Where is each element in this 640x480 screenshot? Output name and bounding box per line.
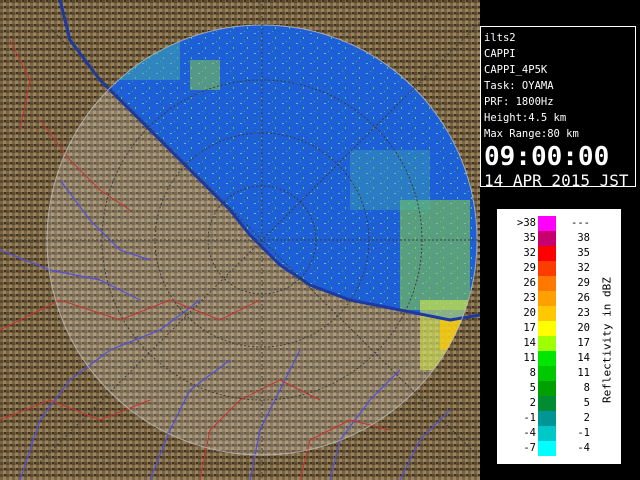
legend-color-swatch bbox=[538, 441, 556, 456]
legend-low-value: 5 bbox=[529, 382, 536, 394]
legend-row: >38 --- bbox=[498, 216, 620, 231]
legend-high-value: 23 bbox=[577, 307, 590, 319]
observation-date: 14 APR 2015 JST bbox=[484, 171, 629, 190]
legend-low-value: 2 bbox=[529, 397, 536, 409]
legend-low-value: 26 bbox=[523, 277, 536, 289]
legend-color-swatch bbox=[538, 351, 556, 366]
legend-color-swatch bbox=[538, 261, 556, 276]
legend-color-swatch bbox=[538, 276, 556, 291]
legend-high-value: 14 bbox=[577, 352, 590, 364]
legend-high-value: 5 bbox=[583, 397, 590, 409]
legend-low-value: >38 bbox=[517, 217, 536, 229]
product-name: CAPPI bbox=[484, 48, 516, 60]
prf-label: PRF: 1800Hz bbox=[484, 96, 554, 108]
legend-row: -7 -4 bbox=[498, 441, 620, 456]
legend-low-value: -4 bbox=[523, 427, 536, 439]
legend-high-value: 2 bbox=[583, 412, 590, 424]
legend-low-value: 23 bbox=[523, 292, 536, 304]
legend-low-value: 35 bbox=[523, 232, 536, 244]
observation-time: 09:00:00 bbox=[484, 142, 610, 172]
task-label: Task: OYAMA bbox=[484, 80, 554, 92]
site-name: ilts2 bbox=[484, 32, 516, 44]
legend-high-value: --- bbox=[571, 217, 590, 229]
legend-row: 35 38 bbox=[498, 231, 620, 246]
legend-high-value: 26 bbox=[577, 292, 590, 304]
legend-low-value: -1 bbox=[523, 412, 536, 424]
legend-high-value: 20 bbox=[577, 322, 590, 334]
max-range-label: Max Range:80 km bbox=[484, 128, 579, 140]
legend-color-swatch bbox=[538, 291, 556, 306]
legend-color-swatch bbox=[538, 321, 556, 336]
legend-color-swatch bbox=[538, 231, 556, 246]
legend-high-value: 11 bbox=[577, 367, 590, 379]
legend-high-value: 35 bbox=[577, 247, 590, 259]
info-panel: ilts2 CAPPI CAPPI_4P5K Task: OYAMA PRF: … bbox=[480, 26, 636, 190]
legend-low-value: -7 bbox=[523, 442, 536, 454]
height-label: Height:4.5 km bbox=[484, 112, 567, 124]
legend-low-value: 11 bbox=[523, 352, 536, 364]
legend-high-value: 29 bbox=[577, 277, 590, 289]
legend-low-value: 17 bbox=[523, 322, 536, 334]
legend-color-swatch bbox=[538, 396, 556, 411]
radar-map[interactable] bbox=[0, 0, 480, 480]
legend-color-swatch bbox=[538, 381, 556, 396]
legend-low-value: 20 bbox=[523, 307, 536, 319]
legend-high-value: -4 bbox=[577, 442, 590, 454]
product-code: CAPPI_4P5K bbox=[484, 64, 548, 76]
legend-high-value: -1 bbox=[577, 427, 590, 439]
legend-color-swatch bbox=[538, 426, 556, 441]
legend-color-swatch bbox=[538, 306, 556, 321]
legend-color-swatch bbox=[538, 336, 556, 351]
legend-high-value: 8 bbox=[583, 382, 590, 394]
legend-color-swatch bbox=[538, 366, 556, 381]
legend-color-swatch bbox=[538, 246, 556, 261]
legend-low-value: 29 bbox=[523, 262, 536, 274]
legend-color-swatch bbox=[538, 411, 556, 426]
legend-low-value: 32 bbox=[523, 247, 536, 259]
legend-unit-label: Reflectivity in dBZ bbox=[600, 277, 614, 403]
legend-color-swatch bbox=[538, 216, 556, 231]
legend-high-value: 38 bbox=[577, 232, 590, 244]
legend-low-value: 14 bbox=[523, 337, 536, 349]
legend-low-value: 8 bbox=[529, 367, 536, 379]
reflectivity-legend: >38 --- 35 38 32 35 29 32 26 29 23 26 20 23 17 20 14 17 11… bbox=[497, 209, 621, 464]
legend-high-value: 17 bbox=[577, 337, 590, 349]
legend-high-value: 32 bbox=[577, 262, 590, 274]
